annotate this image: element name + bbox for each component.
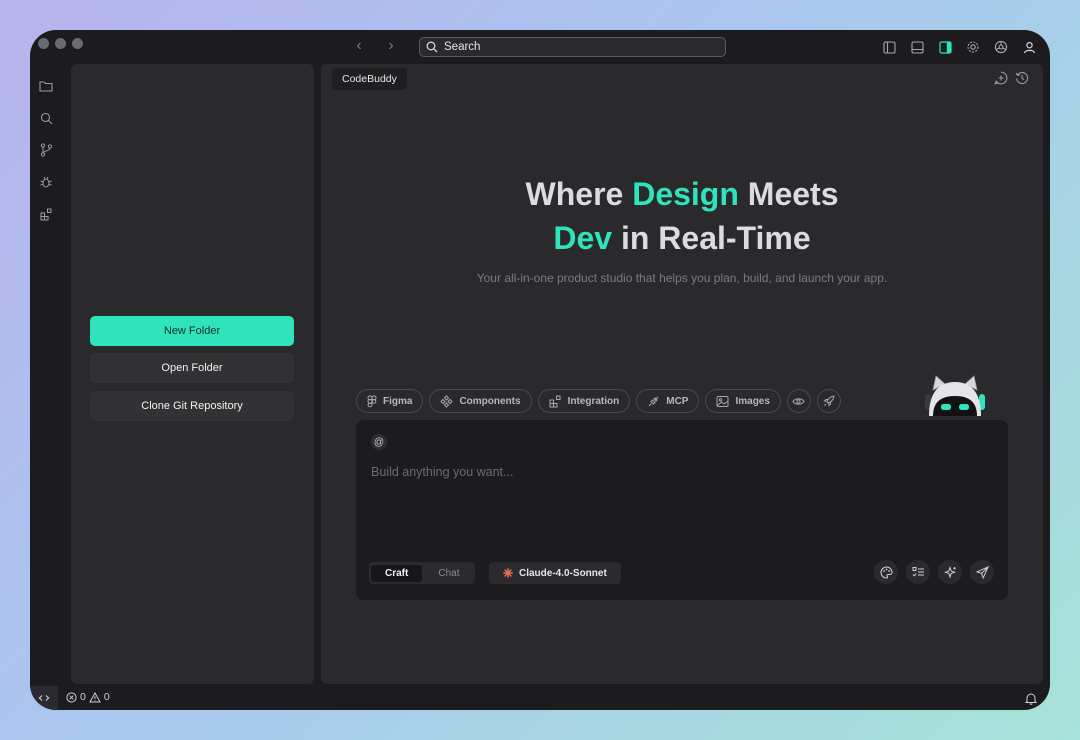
model-selector[interactable]: Claude-4.0-Sonnet [489, 562, 621, 584]
task-list-icon[interactable] [906, 560, 930, 584]
error-count: 0 [80, 691, 86, 703]
mode-chat-tab[interactable]: Chat [424, 565, 473, 582]
preview-eye-button[interactable] [786, 389, 811, 413]
eye-icon [792, 397, 806, 406]
settings-gear-icon[interactable] [964, 38, 982, 56]
model-label: Claude-4.0-Sonnet [519, 567, 607, 579]
layout-controls [880, 38, 1038, 56]
command-search[interactable]: Search [419, 37, 726, 57]
forward-button[interactable]: › [384, 37, 398, 55]
chip-label: MCP [666, 395, 689, 407]
hero-text: Where [525, 176, 633, 212]
warning-count: 0 [103, 691, 110, 703]
source-control-branch-icon[interactable] [37, 141, 55, 159]
hero-subtitle: Your all-in-one product studio that help… [476, 271, 888, 285]
explorer-panel: New Folder Open Folder Clone Git Reposit… [71, 64, 314, 684]
rocket-icon [823, 395, 835, 407]
app-window: ‹ › Search New Folder Open Folder Clone … [30, 30, 1050, 710]
minimize-window-button[interactable] [55, 38, 66, 49]
search-sidebar-icon[interactable] [37, 109, 55, 127]
mcp-plug-icon [647, 395, 660, 408]
close-window-button[interactable] [38, 38, 49, 49]
back-button[interactable]: ‹ [352, 37, 366, 55]
prompt-composer: @ Craft Chat Claude-4.0-Sonnet [356, 420, 1008, 600]
history-icon[interactable] [1014, 70, 1029, 85]
chip-integration[interactable]: Integration [537, 389, 631, 413]
image-icon [716, 395, 729, 408]
chip-label: Images [735, 395, 770, 407]
composer-tools [874, 560, 994, 584]
context-chips: Figma Components Integration MCP Images [356, 389, 841, 413]
palette-icon[interactable] [874, 560, 898, 584]
mode-toggle: Craft Chat [369, 562, 476, 584]
robot-mascot [917, 370, 993, 426]
toggle-secondary-sidebar-icon[interactable] [936, 38, 954, 56]
chip-label: Integration [567, 395, 620, 407]
hero-text: Meets [738, 176, 839, 212]
claude-sparkle-icon [503, 568, 513, 578]
browser-icon[interactable] [992, 38, 1010, 56]
hero-heading: Where Design Meets Dev in Real-Time [321, 172, 1043, 260]
hero-text: in Real-Time [612, 220, 811, 256]
nav-arrows: ‹ › [352, 37, 398, 55]
chip-components[interactable]: Components [429, 389, 532, 413]
components-icon [440, 394, 454, 408]
explorer-folder-icon[interactable] [37, 77, 55, 95]
hero-accent-dev: Dev [553, 220, 613, 256]
problems-indicator[interactable]: 0 0 [66, 691, 110, 703]
tab-codebuddy[interactable]: CodeBuddy [332, 68, 407, 90]
send-icon[interactable] [970, 560, 994, 584]
toggle-panel-icon[interactable] [908, 38, 926, 56]
title-bar: ‹ › Search [30, 30, 1050, 64]
search-label: Search [444, 41, 481, 53]
mode-craft-tab[interactable]: Craft [371, 564, 423, 582]
deploy-rocket-button[interactable] [816, 389, 841, 413]
activity-bar [30, 64, 70, 684]
notifications-bell-icon[interactable] [1024, 691, 1038, 705]
search-icon [426, 41, 438, 53]
figma-icon [367, 395, 377, 408]
chip-label: Figma [383, 395, 413, 407]
new-chat-icon[interactable] [993, 70, 1008, 85]
warning-triangle-icon [88, 691, 101, 703]
chip-figma[interactable]: Figma [356, 389, 424, 413]
remote-indicator[interactable] [30, 686, 58, 710]
hero-accent-design: Design [632, 176, 739, 212]
prompt-input[interactable] [371, 460, 971, 484]
chip-label: Components [459, 395, 521, 407]
maximize-window-button[interactable] [72, 38, 83, 49]
new-folder-button[interactable]: New Folder [90, 316, 294, 346]
clone-git-repository-button[interactable]: Clone Git Repository [90, 391, 294, 421]
panel-actions [993, 70, 1029, 85]
hero-line-2: Dev in Real-Time [321, 216, 1043, 260]
toggle-primary-sidebar-icon[interactable] [880, 38, 898, 56]
error-circle-icon [66, 691, 77, 703]
window-controls [38, 38, 83, 49]
open-folder-button[interactable]: Open Folder [90, 353, 294, 383]
codebuddy-panel: CodeBuddy Where Design Meets Dev in Real… [321, 64, 1043, 684]
account-icon[interactable] [1020, 38, 1038, 56]
integration-icon [549, 395, 562, 408]
chip-mcp[interactable]: MCP [636, 389, 700, 413]
sparkle-enhance-icon[interactable] [938, 560, 962, 584]
status-bar: 0 0 [30, 686, 1050, 710]
chip-images[interactable]: Images [705, 389, 781, 413]
mention-button[interactable]: @ [371, 434, 387, 450]
debug-bug-icon[interactable] [37, 173, 55, 191]
extensions-icon[interactable] [37, 205, 55, 223]
remote-connect-icon [38, 692, 50, 704]
hero-line-1: Where Design Meets [321, 172, 1043, 216]
